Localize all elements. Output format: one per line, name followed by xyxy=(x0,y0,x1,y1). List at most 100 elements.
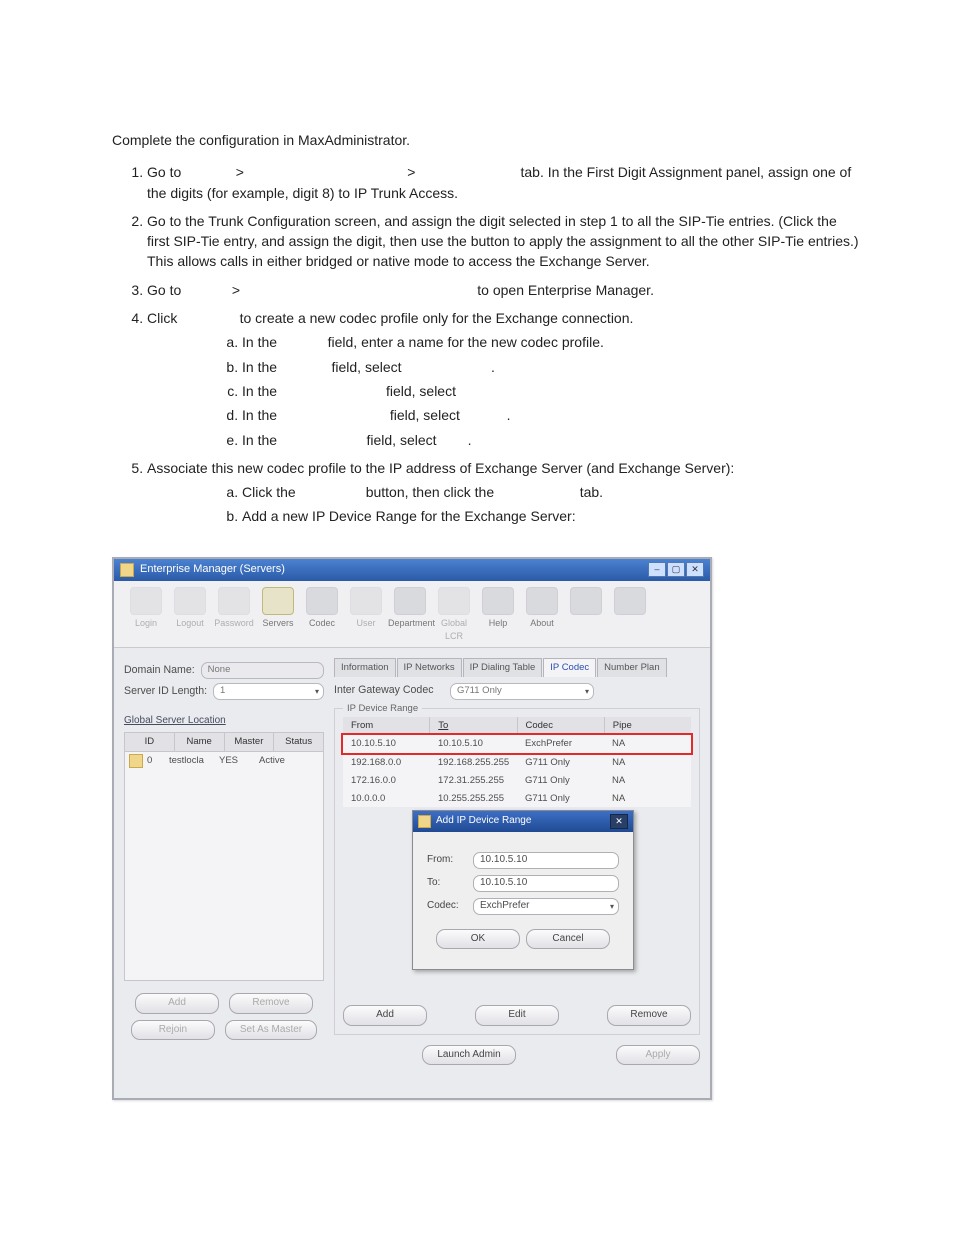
toolbar-codec[interactable]: Codec xyxy=(300,587,344,643)
logout-icon xyxy=(174,587,206,615)
rejoin-button[interactable]: Rejoin xyxy=(131,1020,215,1041)
step-4d: In the field, select . xyxy=(242,405,859,425)
server-row[interactable]: 0 testlocla YES Active xyxy=(125,752,323,770)
server-grid[interactable]: ID Name Master Status 0 testlocla YES Ac… xyxy=(124,732,324,981)
col-status[interactable]: Status xyxy=(274,733,323,751)
left-remove-button[interactable]: Remove xyxy=(229,993,313,1014)
ip-range-title: IP Device Range xyxy=(343,702,422,716)
toolbar: LoginLogoutPasswordServersCodecUserDepar… xyxy=(114,581,710,648)
servers-icon xyxy=(262,587,294,615)
chevron-down-icon: ▾ xyxy=(610,901,614,913)
password-icon xyxy=(218,587,250,615)
serverid-combo[interactable]: 1▾ xyxy=(213,683,324,700)
range-remove-button[interactable]: Remove xyxy=(607,1005,691,1026)
toolbar-department[interactable]: Department xyxy=(388,587,432,643)
col-name[interactable]: Name xyxy=(175,733,225,751)
dlg-from-input[interactable]: 10.10.5.10 xyxy=(473,852,619,869)
col-from[interactable]: From xyxy=(343,717,430,735)
col-codec[interactable]: Codec xyxy=(518,717,605,735)
ip-range-grid[interactable]: From To Codec Pipe 10.10.5.1010.10.5.10E… xyxy=(343,717,691,808)
add-ip-range-dialog: Add IP Device Range ✕ From: 10.10.5.10 To… xyxy=(412,810,634,971)
tab-ip-networks[interactable]: IP Networks xyxy=(397,658,462,677)
left-add-button[interactable]: Add xyxy=(135,993,219,1014)
col-master[interactable]: Master xyxy=(225,733,275,751)
col-id[interactable]: ID xyxy=(125,733,175,751)
range-edit-button[interactable]: Edit xyxy=(475,1005,559,1026)
left-panel: Domain Name: None Server ID Length: 1▾ G… xyxy=(124,658,324,1088)
toolbar-globallcr[interactable]: Global LCR xyxy=(432,587,476,643)
dialog-title: Add IP Device Range xyxy=(436,814,531,829)
setmaster-button[interactable]: Set As Master xyxy=(225,1020,317,1041)
step-4c: In the field, select xyxy=(242,381,859,401)
domain-field[interactable]: None xyxy=(201,662,324,679)
step-5b: Add a new IP Device Range for the Exchan… xyxy=(242,506,859,526)
ip-range-row[interactable]: 192.168.0.0192.168.255.255G711 OnlyNA xyxy=(343,753,691,772)
tab-ip-dialing-table[interactable]: IP Dialing Table xyxy=(463,658,543,677)
blank2-icon xyxy=(614,587,646,615)
intergw-label: Inter Gateway Codec xyxy=(334,683,444,698)
step-4a: In the field, enter a name for the new c… xyxy=(242,332,859,352)
toolbar-login[interactable]: Login xyxy=(124,587,168,643)
ip-range-row[interactable]: 172.16.0.0172.31.255.255G711 OnlyNA xyxy=(343,772,691,790)
step-4e: In the field, select . xyxy=(242,430,859,450)
col-to[interactable]: To xyxy=(430,717,517,735)
tab-ip-codec[interactable]: IP Codec xyxy=(543,658,596,677)
tab-number-plan[interactable]: Number Plan xyxy=(597,658,666,677)
serverid-label: Server ID Length: xyxy=(124,684,207,699)
ip-range-row[interactable]: 10.10.5.1010.10.5.10ExchPreferNA xyxy=(343,735,691,753)
domain-label: Domain Name: xyxy=(124,663,195,678)
titlebar[interactable]: Enterprise Manager (Servers) – ▢ ✕ xyxy=(114,559,710,581)
step-4: Click to create a new codec profile only… xyxy=(147,308,859,450)
maximize-button[interactable]: ▢ xyxy=(667,562,685,577)
server-icon xyxy=(129,754,143,768)
right-panel: InformationIP NetworksIP Dialing TableIP… xyxy=(334,658,700,1088)
toolbar-about[interactable]: About xyxy=(520,587,564,643)
tabs: InformationIP NetworksIP Dialing TableIP… xyxy=(334,658,700,677)
department-icon xyxy=(394,587,426,615)
about-icon xyxy=(526,587,558,615)
toolbar-help[interactable]: Help xyxy=(476,587,520,643)
apply-button[interactable]: Apply xyxy=(616,1045,700,1066)
dlg-codec-combo[interactable]: ExchPrefer▾ xyxy=(473,898,619,915)
step-5: Associate this new codec profile to the … xyxy=(147,458,859,527)
intergw-combo[interactable]: G711 Only▾ xyxy=(450,683,594,700)
ip-range-row[interactable]: 10.0.0.010.255.255.255G711 OnlyNA xyxy=(343,790,691,808)
tab-information[interactable]: Information xyxy=(334,658,396,677)
toolbar-logout[interactable]: Logout xyxy=(168,587,212,643)
login-icon xyxy=(130,587,162,615)
dlg-cancel-button[interactable]: Cancel xyxy=(526,929,610,950)
step-1: Go to > > tab. In the First Digit Assign… xyxy=(147,162,859,203)
toolbar-blank1[interactable] xyxy=(564,587,608,643)
help-icon xyxy=(482,587,514,615)
chevron-down-icon: ▾ xyxy=(585,686,589,698)
globallcr-icon xyxy=(438,587,470,615)
java-icon xyxy=(418,815,431,828)
col-pipe[interactable]: Pipe xyxy=(605,717,691,735)
toolbar-blank2[interactable] xyxy=(608,587,652,643)
blank1-icon xyxy=(570,587,602,615)
user-icon xyxy=(350,587,382,615)
range-add-button[interactable]: Add xyxy=(343,1005,427,1026)
step-2: Go to the Trunk Configuration screen, an… xyxy=(147,211,859,272)
dlg-codec-label: Codec: xyxy=(427,899,467,914)
step-5a: Click the button, then click the tab. xyxy=(242,482,859,502)
step-4b: In the field, select . xyxy=(242,357,859,377)
window-title: Enterprise Manager (Servers) xyxy=(140,562,285,578)
step-3: Go to > to open Enterprise Manager. xyxy=(147,280,859,300)
gsl-heading: Global Server Location xyxy=(124,714,324,729)
minimize-button[interactable]: – xyxy=(648,562,666,577)
toolbar-password[interactable]: Password xyxy=(212,587,256,643)
enterprise-manager-window: Enterprise Manager (Servers) – ▢ ✕ Login… xyxy=(112,557,712,1100)
dlg-to-input[interactable]: 10.10.5.10 xyxy=(473,875,619,892)
dlg-to-label: To: xyxy=(427,876,467,891)
dlg-ok-button[interactable]: OK xyxy=(436,929,520,950)
app-icon xyxy=(120,563,134,577)
toolbar-servers[interactable]: Servers xyxy=(256,587,300,643)
launch-admin-button[interactable]: Launch Admin xyxy=(422,1045,515,1066)
codec-icon xyxy=(306,587,338,615)
dialog-close-button[interactable]: ✕ xyxy=(610,814,628,829)
toolbar-user[interactable]: User xyxy=(344,587,388,643)
dialog-titlebar[interactable]: Add IP Device Range ✕ xyxy=(413,811,633,832)
dlg-from-label: From: xyxy=(427,853,467,868)
close-button[interactable]: ✕ xyxy=(686,562,704,577)
